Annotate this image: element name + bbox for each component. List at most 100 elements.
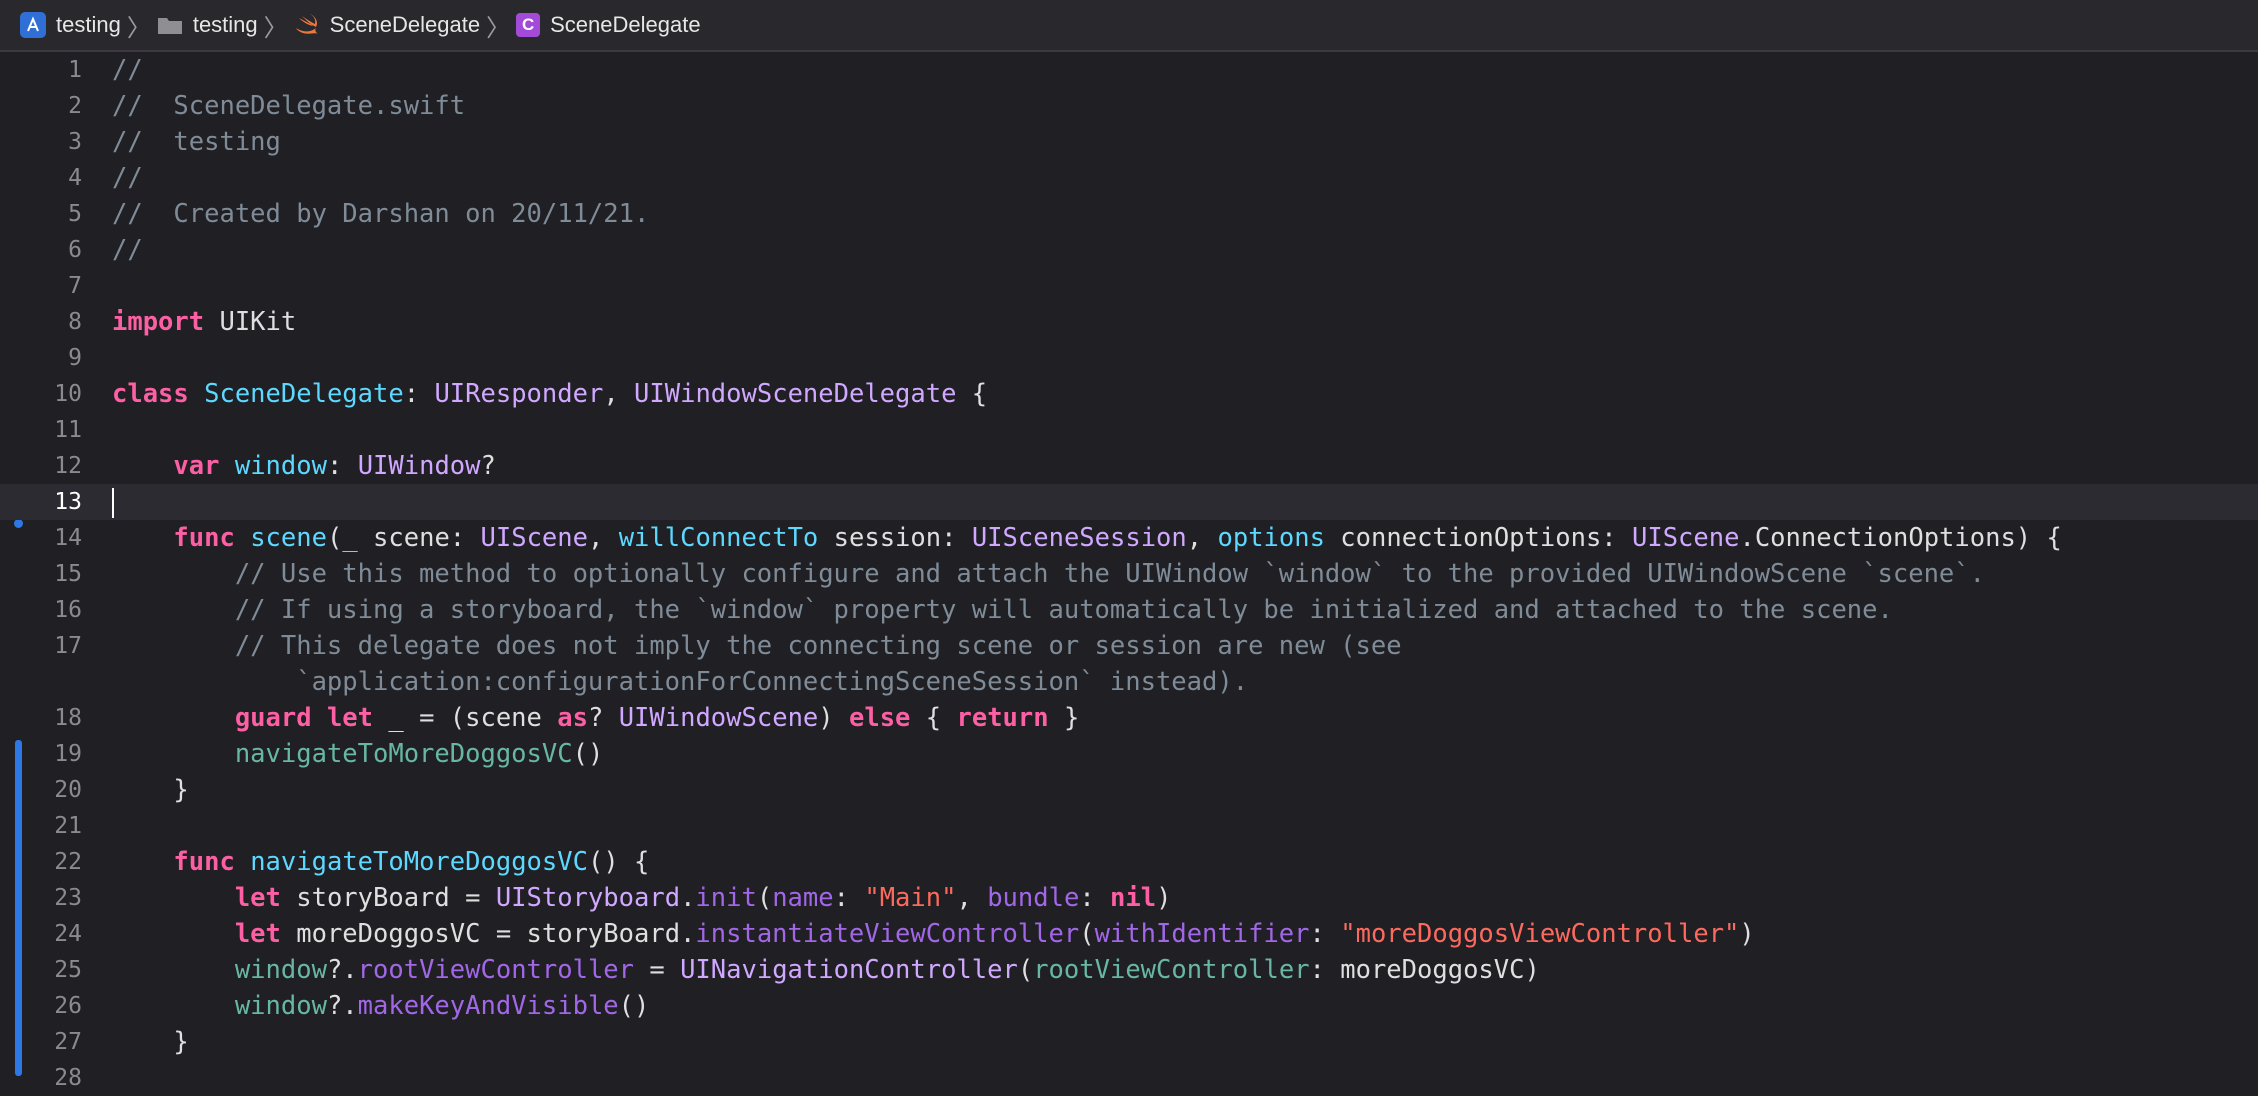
function-call: navigateToMoreDoggosVC xyxy=(234,739,573,769)
line-number: 1 xyxy=(68,57,82,83)
token: , xyxy=(956,883,988,913)
code-line: 10 class SceneDelegate: UIResponder, UIW… xyxy=(0,376,2258,412)
token: } xyxy=(1048,703,1080,733)
type-name: UIWindowSceneDelegate xyxy=(634,379,957,409)
token: scene: xyxy=(357,523,481,553)
line-number: 26 xyxy=(54,993,82,1019)
breadcrumb-file[interactable]: SceneDelegate xyxy=(294,12,480,38)
line-number: 20 xyxy=(54,777,82,803)
chevron-right-icon: 〉 xyxy=(263,14,288,42)
comment: // This delegate does not imply the conn… xyxy=(112,631,1402,661)
type-name: UIScene xyxy=(1632,523,1740,553)
code-line: 3 // testing xyxy=(0,124,2258,160)
argument-label: withIdentifier xyxy=(1094,919,1310,949)
keyword: else xyxy=(849,703,911,733)
keyword: import xyxy=(112,307,205,337)
type-name: UINavigationController xyxy=(680,955,1018,985)
code-line: 25 window?.rootViewController = UINaviga… xyxy=(0,952,2258,988)
token: moreDoggosVC = storyBoard. xyxy=(280,919,696,949)
keyword: let xyxy=(234,883,281,913)
type-name: UISceneSession xyxy=(971,523,1187,553)
declaration: options xyxy=(1217,523,1325,553)
token: : xyxy=(833,883,865,913)
token: ( xyxy=(1017,955,1034,985)
comment: `application:configurationForConnectingS… xyxy=(112,667,1249,697)
text-cursor xyxy=(112,488,114,518)
keyword: class xyxy=(112,379,189,409)
line-number: 28 xyxy=(54,1065,82,1091)
line-number: 16 xyxy=(54,597,82,623)
code-editor[interactable]: 1 // 2 // SceneDelegate.swift 3 // testi… xyxy=(0,52,2258,1091)
argument-label: bundle xyxy=(987,883,1080,913)
folder-icon xyxy=(157,12,183,38)
line-number: 3 xyxy=(68,129,82,155)
code-line: 4 // xyxy=(0,160,2258,196)
breadcrumb-project[interactable]: testing xyxy=(20,12,121,38)
token: ( xyxy=(756,883,773,913)
breadcrumb-label: SceneDelegate xyxy=(550,12,701,37)
token: { xyxy=(910,703,957,733)
line-number: 18 xyxy=(54,705,82,731)
keyword: func xyxy=(173,847,235,877)
code-line: 21 xyxy=(0,808,2258,844)
token: session: xyxy=(818,523,972,553)
breadcrumb-class[interactable]: C SceneDelegate xyxy=(516,12,701,38)
code-line: 2 // SceneDelegate.swift xyxy=(0,88,2258,124)
token: . xyxy=(680,883,696,913)
line-number: 24 xyxy=(54,921,82,947)
code-line: 19 navigateToMoreDoggosVC() xyxy=(0,736,2258,772)
declaration: navigateToMoreDoggosVC xyxy=(250,847,588,877)
code-line: 16 // If using a storyboard, the `window… xyxy=(0,592,2258,628)
xcode-project-icon xyxy=(20,12,46,38)
code-line: 15 // Use this method to optionally conf… xyxy=(0,556,2258,592)
comment: // testing xyxy=(112,127,281,157)
token: () xyxy=(572,739,604,769)
token: .ConnectionOptions) { xyxy=(1739,523,2062,553)
code-line-wrapped: 17 // This delegate does not imply the c… xyxy=(0,628,2258,700)
breadcrumb-label: testing xyxy=(192,12,258,37)
argument-label: name xyxy=(772,883,834,913)
line-number: 17 xyxy=(54,633,82,659)
token: ) xyxy=(1739,919,1755,949)
token: : xyxy=(403,379,435,409)
chevron-right-icon: 〉 xyxy=(126,14,151,42)
breadcrumb-folder[interactable]: testing xyxy=(157,12,258,38)
code-line: 20 } xyxy=(0,772,2258,808)
type-name: UIResponder xyxy=(434,379,604,409)
method-call: init xyxy=(695,883,757,913)
code-line: 14 func scene(_ scene: UIScene, willConn… xyxy=(0,520,2258,556)
code-line: 28 xyxy=(0,1060,2258,1096)
code-line: 26 window?.makeKeyAndVisible() xyxy=(0,988,2258,1024)
comment: // SceneDelegate.swift xyxy=(112,91,466,121)
swift-file-icon xyxy=(294,12,320,38)
comment: // xyxy=(112,163,143,193)
declaration: willConnectTo xyxy=(618,523,819,553)
line-number: 27 xyxy=(54,1029,82,1055)
token: : xyxy=(1079,883,1111,913)
string-literal: "Main" xyxy=(864,883,957,913)
token: connectionOptions: xyxy=(1324,523,1632,553)
method-call: instantiateViewController xyxy=(695,919,1080,949)
jump-bar: testing 〉 testing 〉 SceneDelegate 〉 C Sc… xyxy=(0,0,2258,52)
code-line: 9 xyxy=(0,340,2258,376)
current-line[interactable]: 13 xyxy=(0,484,2258,520)
line-number: 11 xyxy=(54,417,82,443)
token: : moreDoggosVC) xyxy=(1309,955,1540,985)
type-name: UIScene xyxy=(480,523,588,553)
line-number: 10 xyxy=(54,381,82,407)
code-line: 27 } xyxy=(0,1024,2258,1060)
line-number: 9 xyxy=(68,345,82,371)
line-number: 14 xyxy=(54,525,82,551)
token: storyBoard = xyxy=(280,883,496,913)
code-line: 24 let moreDoggosVC = storyBoard.instant… xyxy=(0,916,2258,952)
token: ? xyxy=(480,451,496,481)
line-number: 25 xyxy=(54,957,82,983)
breadcrumb-label: SceneDelegate xyxy=(329,12,481,37)
